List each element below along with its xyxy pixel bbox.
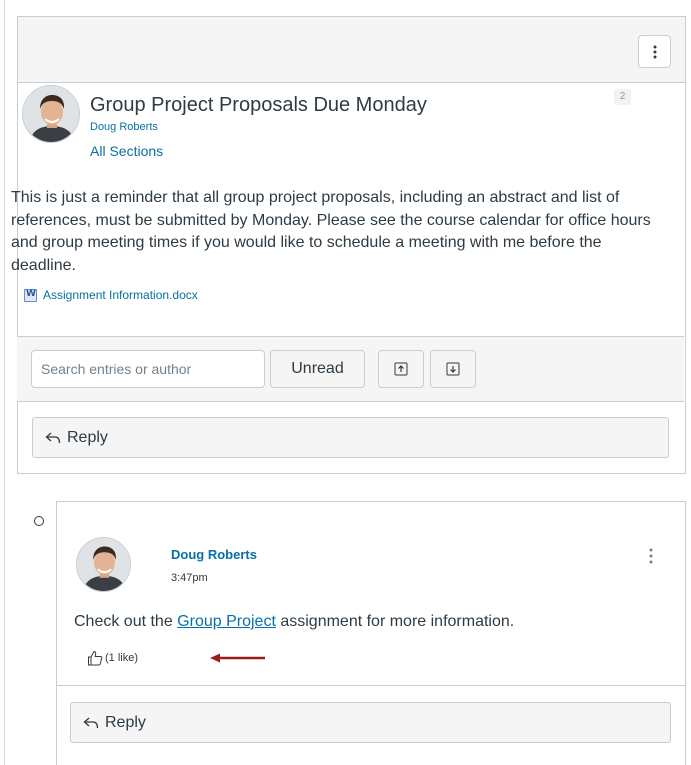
- expand-replies-button[interactable]: [430, 350, 476, 388]
- topic-sections-link[interactable]: All Sections: [90, 143, 163, 159]
- kebab-menu-icon: [649, 548, 653, 564]
- reply-arrow-icon: [45, 432, 61, 444]
- reply-label: Reply: [105, 713, 146, 731]
- entry-text-start: Check out the: [74, 613, 178, 630]
- attachment-link[interactable]: Assignment Information.docx: [24, 288, 198, 302]
- discussion-entry: Doug Roberts 3:47pm Check out the Group …: [56, 501, 686, 765]
- topic-options-button[interactable]: [638, 35, 671, 68]
- discussion-toolbar: Unread: [17, 336, 684, 402]
- user-photo-icon: [77, 538, 130, 591]
- like-button[interactable]: (1 like): [87, 650, 138, 666]
- kebab-menu-icon: [653, 45, 656, 58]
- entry-author-avatar[interactable]: [76, 537, 131, 592]
- topic-message: This is just a reminder that all group p…: [11, 189, 651, 274]
- reply-arrow-icon: [83, 717, 99, 729]
- user-photo-icon: [23, 86, 79, 142]
- attachment-name: Assignment Information.docx: [43, 288, 198, 302]
- page-edge: [4, 0, 5, 765]
- reply-label: Reply: [67, 428, 108, 446]
- word-doc-icon: [24, 288, 37, 302]
- annotation-arrow-icon: [210, 653, 265, 663]
- entry-divider: [57, 685, 685, 686]
- topic-author-link[interactable]: Doug Roberts: [90, 121, 158, 133]
- author-avatar[interactable]: [22, 85, 80, 143]
- unread-filter-button[interactable]: Unread: [270, 350, 365, 388]
- entry-timestamp: 3:47pm: [171, 572, 208, 584]
- topic-header-bar: [18, 17, 685, 83]
- collapse-replies-button[interactable]: [378, 350, 424, 388]
- group-project-link[interactable]: Group Project: [177, 613, 276, 630]
- entry-options-button[interactable]: [646, 546, 656, 566]
- entry-reply-button[interactable]: Reply: [70, 702, 671, 743]
- expand-all-icon: [446, 362, 460, 376]
- collapse-all-icon: [394, 362, 408, 376]
- entry-text-end: assignment for more information.: [275, 613, 515, 630]
- topic-title: Group Project Proposals Due Monday: [90, 94, 427, 116]
- reply-count-badge: 2: [614, 89, 631, 105]
- unread-indicator-icon[interactable]: [34, 516, 44, 526]
- like-count: (1 like): [105, 652, 139, 664]
- topic-reply-button[interactable]: Reply: [32, 417, 669, 458]
- entry-author-link[interactable]: Doug Roberts: [171, 547, 257, 562]
- entry-message: Check out the Group Project assignment f…: [74, 613, 514, 631]
- thumbs-up-icon: [87, 650, 103, 666]
- search-entries-input[interactable]: [31, 350, 265, 388]
